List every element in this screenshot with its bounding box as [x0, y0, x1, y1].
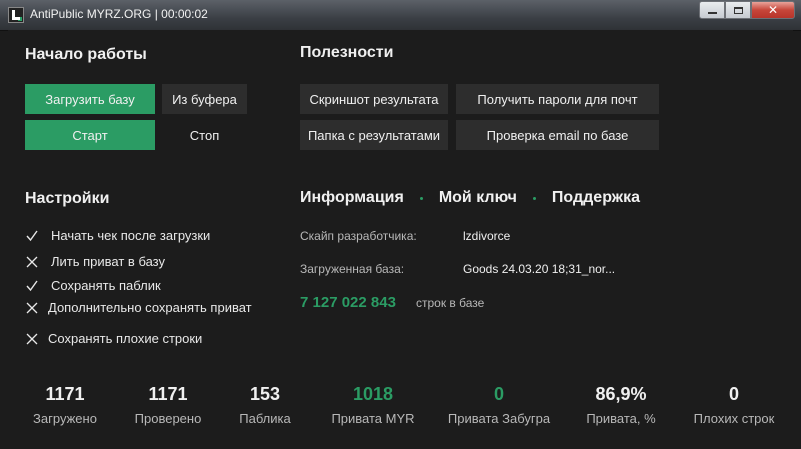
minimize-icon — [707, 12, 717, 14]
skype-label: Скайп разработчика: — [300, 229, 417, 243]
setting-label: Сохранять плохие строки — [48, 331, 203, 346]
stat-value: 0 — [728, 384, 739, 404]
lines-count-label: строк в базе — [416, 296, 485, 310]
window-controls: ✕ — [699, 1, 795, 19]
setting-push-private-to-base[interactable]: Лить приват в базу — [25, 254, 165, 269]
start-button[interactable]: Старт — [25, 120, 155, 150]
close-icon: ✕ — [767, 3, 779, 17]
stat-label: Плохих строк — [693, 411, 775, 426]
load-base-button[interactable]: Загрузить базу — [25, 84, 155, 114]
check-email-button[interactable]: Проверка email по базе — [456, 120, 659, 150]
maximize-icon — [733, 6, 743, 14]
close-button[interactable]: ✕ — [751, 1, 795, 19]
cross-icon — [25, 301, 39, 315]
utilities-heading: Полезности — [300, 44, 394, 61]
setting-label: Лить приват в базу — [51, 254, 165, 269]
setting-label: Дополнительно сохранять приват — [48, 300, 252, 315]
app-logo-icon — [8, 7, 24, 23]
cross-icon — [25, 332, 39, 346]
title-bar[interactable]: AntiPublic MYRZ.ORG | 00:00:02 ✕ — [0, 0, 801, 31]
stat-label: Привата Забугра — [447, 411, 551, 426]
check-icon — [25, 279, 39, 293]
setting-additionally-save-private[interactable]: Дополнительно сохранять приват — [25, 300, 252, 315]
start-section-heading: Начало работы — [25, 46, 147, 63]
stat-bad-lines: 0 Плохих строк — [669, 384, 799, 426]
stop-button[interactable]: Стоп — [162, 120, 247, 150]
tab-separator-dot — [419, 196, 423, 200]
stat-value: 0 — [493, 384, 504, 404]
tab-support[interactable]: Поддержка — [552, 189, 640, 207]
window-title: AntiPublic MYRZ.ORG | 00:00:02 — [30, 7, 208, 21]
minimize-button[interactable] — [699, 1, 725, 19]
lines-count: 7 127 022 843 — [300, 294, 396, 311]
skype-value: lzdivorce — [463, 229, 511, 243]
results-folder-button[interactable]: Папка с результатами — [300, 120, 448, 150]
tab-my-key[interactable]: Мой ключ — [439, 189, 517, 207]
stat-value: 86,9% — [595, 384, 647, 404]
stat-private-percent: 86,9% Привата, % — [556, 384, 686, 426]
from-clipboard-button[interactable]: Из буфера — [162, 84, 247, 114]
get-email-passwords-button[interactable]: Получить пароли для почт — [456, 84, 659, 114]
setting-save-bad-lines[interactable]: Сохранять плохие строки — [25, 331, 202, 346]
maximize-button[interactable] — [725, 1, 751, 19]
stat-private-abroad: 0 Привата Забугра — [434, 384, 564, 426]
settings-heading: Настройки — [25, 190, 110, 207]
cross-icon — [25, 255, 39, 269]
stat-value: 1018 — [352, 384, 394, 404]
main-panel: Начало работы Загрузить базу Из буфера С… — [8, 30, 793, 441]
stat-label: Привата, % — [586, 411, 656, 426]
check-icon — [25, 229, 39, 243]
screenshot-result-button[interactable]: Скриншот результата — [300, 84, 448, 114]
setting-start-check-after-load[interactable]: Начать чек после загрузки — [25, 228, 210, 243]
info-tabs: Информация Мой ключ Поддержка — [300, 189, 640, 207]
loaded-base-value: Goods 24.03.20 18;31_nor... — [463, 262, 616, 276]
setting-save-public[interactable]: Сохранять паблик — [25, 278, 161, 293]
setting-label: Сохранять паблик — [51, 278, 161, 293]
stat-label: Привата MYR — [331, 411, 415, 426]
setting-label: Начать чек после загрузки — [51, 228, 211, 243]
loaded-base-label: Загруженная база: — [300, 262, 405, 276]
tab-separator-dot — [532, 196, 536, 200]
tab-information[interactable]: Информация — [300, 189, 404, 207]
stat-private-myr: 1018 Привата MYR — [308, 384, 438, 426]
